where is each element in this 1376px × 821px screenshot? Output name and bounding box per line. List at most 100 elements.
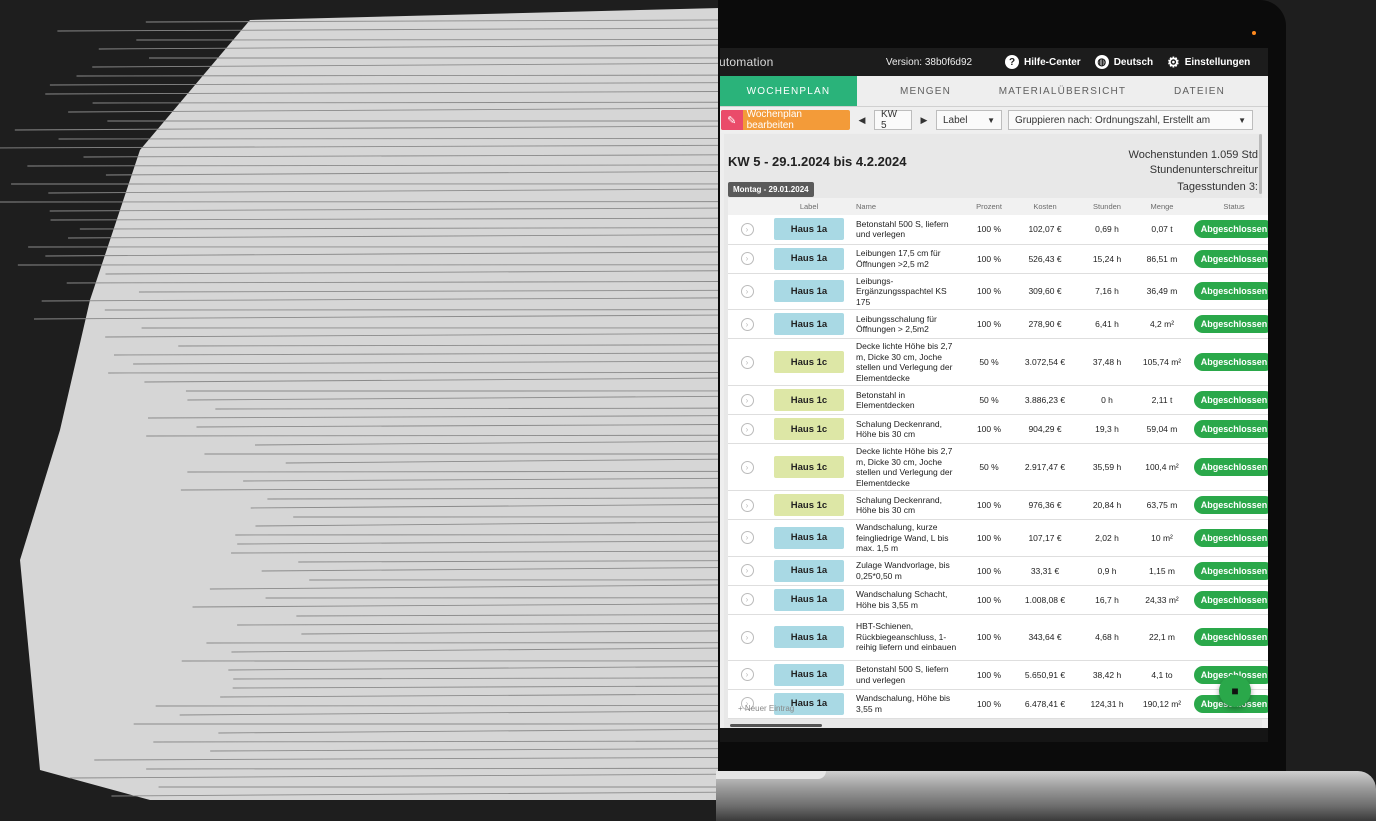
chevron-right-icon[interactable]: ›: [740, 422, 754, 436]
week-hours: Wochenstunden 1.059 Std: [1128, 149, 1258, 161]
tab-mengen[interactable]: MENGEN: [857, 76, 994, 106]
label-chip[interactable]: Haus 1a: [774, 313, 844, 335]
row-hours: 7,16 h: [1077, 273, 1137, 310]
next-week-button[interactable]: ▶: [918, 115, 930, 126]
label-chip[interactable]: Haus 1c: [774, 389, 844, 411]
prev-week-button[interactable]: ◀: [856, 115, 868, 126]
label-chip[interactable]: Haus 1a: [774, 588, 844, 611]
label-chip[interactable]: Haus 1a: [774, 626, 844, 648]
label-chip[interactable]: Haus 1a: [774, 218, 844, 241]
vertical-scrollbar[interactable]: [1259, 134, 1262, 194]
status-pill[interactable]: Abgeschlossen: [1193, 528, 1268, 547]
edit-weekplan-button[interactable]: ✎ Wochenplan bearbeiten: [721, 109, 850, 131]
row-cost: 3.886,23 €: [1013, 385, 1077, 415]
table-row[interactable]: › Haus 1a Leibungen 17,5 cm für Öffnungen …: [728, 244, 1268, 274]
table-row[interactable]: › Haus 1a Wandschalung, kurze feingliedrig…: [728, 519, 1268, 557]
label-text: Haus 1a: [790, 669, 828, 680]
chevron-right-icon[interactable]: ›: [740, 317, 754, 331]
label-chip[interactable]: Haus 1c: [774, 351, 844, 373]
row-expand-cell: ›: [728, 414, 766, 444]
table-row[interactable]: › Haus 1c Schalung Deckenrand, Höhe bis 30…: [728, 414, 1268, 444]
table-row[interactable]: › Haus 1a Betonstahl 500 S, liefern und ve…: [728, 215, 1268, 245]
header-percent: Prozent: [965, 198, 1013, 215]
label-select[interactable]: Label ▼: [936, 110, 1002, 130]
label-text: Haus 1a: [790, 594, 828, 605]
status-pill[interactable]: Abgeschlossen: [1193, 220, 1268, 239]
row-status-cell: Abgeschlossen: [1187, 519, 1268, 557]
label-chip[interactable]: Haus 1c: [774, 494, 844, 516]
label-chip[interactable]: Haus 1a: [774, 247, 844, 270]
chevron-right-icon[interactable]: ›: [740, 498, 754, 512]
label-text: Haus 1c: [790, 499, 828, 511]
tab-wochenplan[interactable]: WOCHENPLAN: [720, 76, 857, 106]
table-row[interactable]: › Haus 1a Leibungsschalung für Öffnungen >…: [728, 309, 1268, 339]
row-quantity: 10 m²: [1137, 519, 1187, 557]
chevron-right-icon[interactable]: ›: [740, 564, 754, 577]
label-text: Haus 1c: [790, 394, 828, 406]
paper-stack-graphic: [0, 8, 720, 800]
table-row[interactable]: › Haus 1c Decke lichte Höhe bis 2,7 m, Dic…: [728, 443, 1268, 491]
label-chip[interactable]: Haus 1c: [774, 456, 844, 478]
hours-underrun: Stundenunterschreitur: [1149, 164, 1258, 176]
label-chip[interactable]: Haus 1c: [774, 418, 844, 440]
label-chip[interactable]: Haus 1a: [774, 526, 844, 549]
new-entry-link[interactable]: + Neuer Eintrag: [738, 704, 794, 713]
label-chip[interactable]: Haus 1a: [774, 280, 844, 303]
row-hours: 16,7 h: [1077, 585, 1137, 615]
chevron-right-icon[interactable]: ›: [740, 393, 754, 407]
chevron-right-icon[interactable]: ›: [740, 630, 754, 644]
label-text: Haus 1a: [790, 532, 828, 544]
row-status-cell: Abgeschlossen: [1187, 338, 1268, 386]
table-row[interactable]: › Haus 1a Leibungs-Ergänzungsspachtel KS 1…: [728, 273, 1268, 310]
label-text: Haus 1a: [790, 631, 828, 643]
table-row[interactable]: › Haus 1a Betonstahl 500 S, liefern und ve…: [728, 660, 1268, 690]
chevron-right-icon[interactable]: ›: [740, 355, 754, 369]
status-pill[interactable]: Abgeschlossen: [1193, 561, 1268, 580]
week-display[interactable]: KW 5: [874, 109, 912, 131]
help-center-link[interactable]: ? Hilfe-Center: [1005, 55, 1081, 69]
chevron-right-icon[interactable]: ›: [740, 252, 754, 265]
entries-table: Label Name Prozent Kosten Stunden Menge …: [728, 198, 1268, 719]
row-status-cell: Abgeschlossen: [1187, 614, 1268, 661]
chevron-right-icon[interactable]: ›: [740, 284, 754, 298]
table-row[interactable]: › Haus 1a HBT-Schienen, Rückbiegeanschluss…: [728, 614, 1268, 661]
save-button[interactable]: ■: [1219, 675, 1251, 707]
row-percent: 100 %: [965, 273, 1013, 310]
status-pill[interactable]: Abgeschlossen: [1193, 353, 1268, 371]
table-row[interactable]: › Haus 1c Decke lichte Höhe bis 2,7 m, Dic…: [728, 338, 1268, 386]
tab-materialuebersicht[interactable]: MATERIALÜBERSICHT: [994, 76, 1131, 106]
chevron-right-icon[interactable]: ›: [740, 531, 754, 545]
app-bar: utomation Version: 38b0f6d92 ? Hilfe-Cen…: [720, 48, 1268, 76]
row-label-cell: Haus 1c: [766, 385, 852, 415]
settings-link[interactable]: ⚙ Einstellungen: [1167, 54, 1250, 71]
status-pill[interactable]: Abgeschlossen: [1193, 458, 1268, 476]
status-pill[interactable]: Abgeschlossen: [1193, 590, 1268, 609]
tab-dateien[interactable]: DATEIEN: [1131, 76, 1268, 106]
status-pill[interactable]: Abgeschlossen: [1193, 420, 1268, 438]
row-label-cell: Haus 1a: [766, 244, 852, 274]
label-chip[interactable]: Haus 1a: [774, 559, 844, 582]
table-row[interactable]: › Haus 1a Wandschalung, Höhe bis 3,55 m 100…: [728, 689, 1268, 719]
status-pill[interactable]: Abgeschlossen: [1193, 282, 1268, 301]
row-label-cell: Haus 1c: [766, 414, 852, 444]
status-pill[interactable]: Abgeschlossen: [1193, 628, 1268, 646]
group-by-select[interactable]: Gruppieren nach: Ordnungszahl, Erstellt …: [1008, 110, 1253, 130]
chevron-right-icon[interactable]: ›: [740, 460, 754, 474]
row-cost: 6.478,41 €: [1013, 689, 1077, 719]
row-hours: 2,02 h: [1077, 519, 1137, 557]
status-pill[interactable]: Abgeschlossen: [1193, 249, 1268, 268]
status-pill[interactable]: Abgeschlossen: [1193, 496, 1268, 514]
row-name: Decke lichte Höhe bis 2,7 m, Dicke 30 cm…: [852, 443, 965, 491]
table-row[interactable]: › Haus 1a Wandschalung Schacht, Höhe bis 3…: [728, 585, 1268, 615]
status-pill[interactable]: Abgeschlossen: [1193, 391, 1268, 409]
status-pill[interactable]: Abgeschlossen: [1193, 315, 1268, 333]
table-row[interactable]: › Haus 1a Zulage Wandvorlage, bis 0,25*0,5…: [728, 556, 1268, 586]
label-chip[interactable]: Haus 1a: [774, 663, 844, 686]
table-row[interactable]: › Haus 1c Schalung Deckenrand, Höhe bis 30…: [728, 490, 1268, 520]
language-selector[interactable]: ◍ Deutsch: [1094, 55, 1153, 69]
help-circle-icon: ?: [1005, 55, 1019, 69]
chevron-right-icon[interactable]: ›: [740, 222, 754, 236]
chevron-right-icon[interactable]: ›: [740, 668, 754, 681]
table-row[interactable]: › Haus 1c Betonstahl in Elementdecken 50 % 3…: [728, 385, 1268, 415]
chevron-right-icon[interactable]: ›: [740, 593, 754, 606]
